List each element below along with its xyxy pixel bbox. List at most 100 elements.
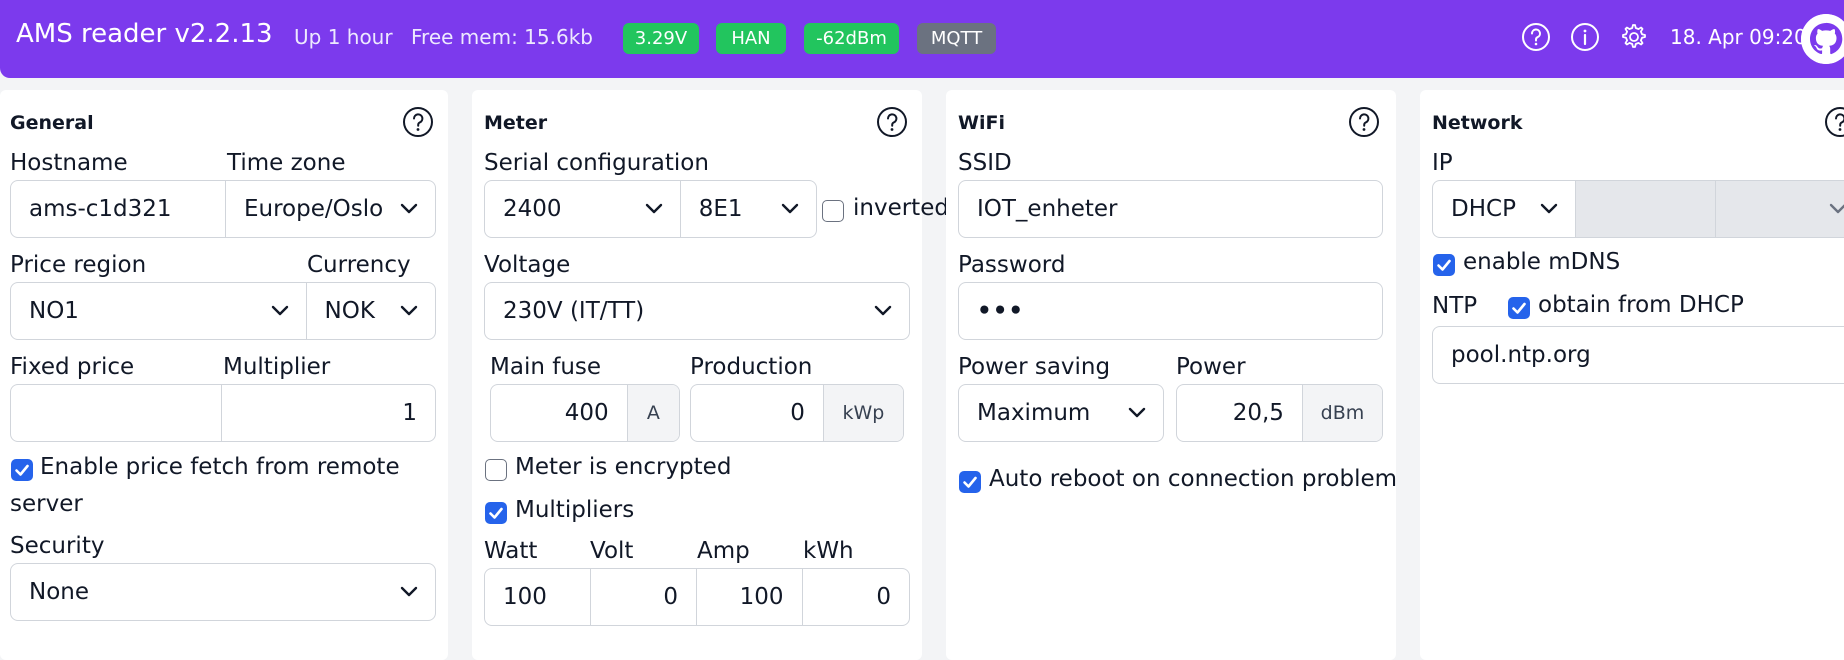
power-saving-select[interactable]: Maximum	[959, 385, 1163, 441]
currency-label: Currency	[307, 252, 411, 278]
top-header: AMS reader v2.2.13 Up 1 hour Free mem: 1…	[0, 0, 1844, 78]
auto-reboot-label: Auto reboot on connection problem	[989, 466, 1398, 492]
help-circle-icon[interactable]	[876, 106, 908, 138]
main-fuse-label: Main fuse	[490, 354, 602, 380]
production-group: 0 kWp	[690, 384, 904, 442]
ip-label: IP	[1432, 150, 1453, 176]
baud-rate-value: 2400	[503, 196, 562, 222]
ntp-server-group: pool.ntp.org	[1432, 326, 1844, 384]
chevron-down-icon	[781, 203, 799, 214]
encrypted-label: Meter is encrypted	[515, 454, 732, 480]
help-circle-icon[interactable]	[402, 106, 434, 138]
chevron-down-icon	[645, 203, 662, 214]
ntp-dhcp-label: obtain from DHCP	[1538, 292, 1744, 318]
hostname-input[interactable]: ams-c1d321	[11, 181, 226, 237]
chevron-down-icon	[271, 305, 288, 316]
voltage-select[interactable]: 230V (IT/TT)	[485, 283, 909, 339]
meter-card: Meter Serial configuration 2400 8E1 inve…	[472, 90, 949, 660]
password-input[interactable]: •••	[959, 283, 1382, 339]
uptime-text: Up 1 hour	[294, 25, 393, 49]
fixed-price-input[interactable]	[11, 385, 223, 441]
ssid-group: IOT_enheter	[958, 180, 1383, 238]
ip-mode-select[interactable]: DHCP	[1433, 181, 1576, 237]
ip-group: DHCP	[1432, 180, 1844, 238]
multipliers-group: 100 0 100 0	[484, 568, 910, 626]
ntp-dhcp-checkbox[interactable]	[1508, 297, 1530, 319]
check-icon	[963, 476, 977, 488]
parity-select[interactable]: 8E1	[681, 181, 816, 237]
power-input[interactable]: 20,5	[1177, 385, 1303, 441]
multipliers-label: Multipliers	[515, 497, 635, 523]
power-saving-group: Maximum	[958, 384, 1164, 442]
production-input[interactable]: 0	[691, 385, 824, 441]
card-title: Meter	[484, 112, 548, 134]
inverted-checkbox[interactable]	[822, 200, 844, 222]
ssid-label: SSID	[958, 150, 1012, 176]
help-circle-icon[interactable]	[1348, 106, 1380, 138]
gear-icon[interactable]	[1618, 22, 1648, 52]
price-fetch-checkbox[interactable]	[11, 459, 33, 481]
chevron-down-icon	[400, 305, 418, 316]
timezone-select[interactable]: Europe/Oslo	[226, 181, 435, 237]
voltage-value: 230V (IT/TT)	[503, 298, 645, 324]
ip-address-input[interactable]	[1575, 181, 1717, 237]
volt-multiplier-input[interactable]: 0	[591, 569, 697, 625]
power-group: 20,5 dBm	[1176, 384, 1383, 442]
info-icon[interactable]	[1570, 22, 1600, 52]
multiplier-input[interactable]: 1	[222, 385, 435, 441]
watt-multiplier-input[interactable]: 100	[485, 569, 591, 625]
mdns-label: enable mDNS	[1463, 249, 1621, 275]
card-title: General	[10, 112, 94, 134]
security-select[interactable]: None	[11, 564, 435, 620]
mdns-checkbox[interactable]	[1433, 254, 1455, 276]
currency-select[interactable]: NOK	[307, 283, 435, 339]
auto-reboot-checkbox[interactable]	[959, 471, 981, 493]
check-icon	[1437, 259, 1451, 271]
power-saving-label: Power saving	[958, 354, 1111, 380]
chevron-down-icon	[400, 586, 418, 597]
kwh-multiplier-input[interactable]: 0	[803, 569, 909, 625]
help-circle-icon[interactable]	[1824, 106, 1844, 138]
github-icon[interactable]	[1801, 14, 1844, 64]
multiplier-label: Multiplier	[223, 354, 331, 380]
main-fuse-input[interactable]: 400	[491, 385, 628, 441]
timezone-value: Europe/Oslo	[243, 196, 384, 222]
check-icon	[1512, 302, 1526, 314]
amp-multiplier-input[interactable]: 100	[697, 569, 803, 625]
serial-config-group: 2400 8E1	[484, 180, 817, 238]
chevron-down-icon	[1128, 407, 1146, 418]
general-card: General Hostname Time zone ams-c1d321 Eu…	[0, 90, 448, 660]
card-title: Network	[1432, 112, 1523, 134]
hostname-label: Hostname	[10, 150, 128, 176]
serial-config-label: Serial configuration	[484, 150, 709, 176]
check-icon	[489, 507, 503, 519]
rssi-badge: -62dBm	[804, 23, 899, 54]
currency-value: NOK	[324, 298, 375, 324]
security-value: None	[29, 579, 90, 605]
power-unit: dBm	[1302, 385, 1382, 441]
price-fetch-label-cont: server	[10, 491, 83, 517]
wifi-card: WiFi SSID IOT_enheter Password ••• Power…	[946, 90, 1398, 660]
price-region-currency-group: NO1 NOK	[10, 282, 436, 340]
hostname-timezone-group: ams-c1d321 Europe/Oslo	[10, 180, 436, 238]
card-title: WiFi	[958, 112, 1005, 134]
check-icon	[15, 464, 29, 476]
help-circle-icon[interactable]	[1521, 22, 1551, 52]
baud-rate-select[interactable]: 2400	[485, 181, 681, 237]
ntp-server-input[interactable]: pool.ntp.org	[1433, 327, 1844, 383]
subnet-select[interactable]	[1716, 181, 1844, 237]
price-region-select[interactable]: NO1	[11, 283, 307, 339]
main-fuse-group: 400 A	[490, 384, 680, 442]
security-group: None	[10, 563, 436, 621]
voltage-label: Voltage	[484, 252, 571, 278]
chevron-down-icon	[1540, 203, 1557, 214]
ntp-label: NTP	[1432, 293, 1478, 319]
multipliers-checkbox[interactable]	[485, 502, 507, 524]
encrypted-checkbox[interactable]	[485, 459, 507, 481]
ssid-input[interactable]: IOT_enheter	[959, 181, 1382, 237]
production-unit: kWp	[823, 385, 903, 441]
mult-header-kwh: kWh	[803, 538, 854, 564]
mult-header-amp: Amp	[697, 538, 750, 564]
voltage-badge: 3.29V	[623, 23, 699, 54]
timezone-label: Time zone	[227, 150, 346, 176]
